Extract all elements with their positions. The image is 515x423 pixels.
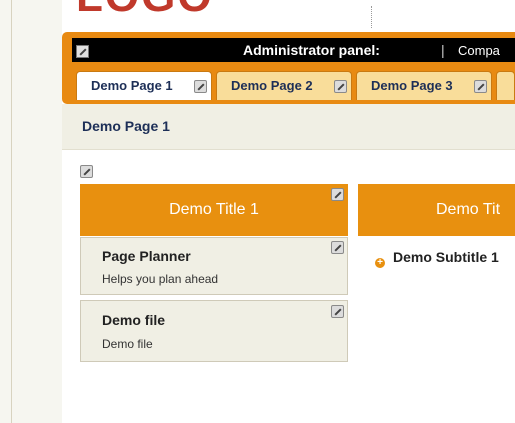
edit-icon[interactable]	[474, 80, 487, 93]
tab-demo-page-2[interactable]: Demo Page 2	[216, 71, 352, 100]
item-subtitle: Demo file	[102, 337, 153, 351]
tab-label: Demo Page 3	[371, 78, 453, 93]
panel-title: Demo Tit	[436, 201, 501, 218]
tab-demo-page-3[interactable]: Demo Page 3	[356, 71, 492, 100]
tab-more[interactable]	[496, 71, 515, 100]
admin-separator: |	[441, 42, 445, 58]
left-gutter	[0, 0, 62, 423]
item-title[interactable]: Demo file	[102, 312, 165, 328]
page-title: Demo Page 1	[82, 118, 170, 134]
edit-icon[interactable]	[80, 165, 93, 178]
plus-bullet-icon[interactable]: +	[375, 258, 385, 268]
edit-icon[interactable]	[194, 80, 207, 93]
panel-subtitle[interactable]: Demo Subtitle 1	[393, 249, 499, 265]
panel-header: Demo Title 1	[80, 184, 348, 236]
item-subtitle: Helps you plan ahead	[102, 272, 219, 286]
edit-icon[interactable]	[331, 241, 344, 254]
admin-edit-icon[interactable]	[76, 45, 89, 58]
panel-title: Demo Title 1	[169, 201, 259, 218]
left-border	[11, 0, 12, 423]
header-dotted-separator	[371, 6, 372, 28]
list-item[interactable]	[80, 237, 348, 295]
logo[interactable]: LOGO	[76, 0, 214, 22]
edit-icon[interactable]	[334, 80, 347, 93]
admin-company-link[interactable]: Compa	[458, 43, 500, 58]
admin-panel-title: Administrator panel:	[243, 42, 380, 58]
item-title[interactable]: Page Planner	[102, 248, 191, 264]
tab-label: Demo Page 1	[91, 78, 173, 93]
edit-icon[interactable]	[331, 188, 344, 201]
panel-header: Demo Tit	[358, 184, 515, 236]
tab-label: Demo Page 2	[231, 78, 313, 93]
edit-icon[interactable]	[331, 305, 344, 318]
tab-demo-page-1[interactable]: Demo Page 1	[76, 71, 212, 100]
list-item[interactable]	[80, 300, 348, 362]
